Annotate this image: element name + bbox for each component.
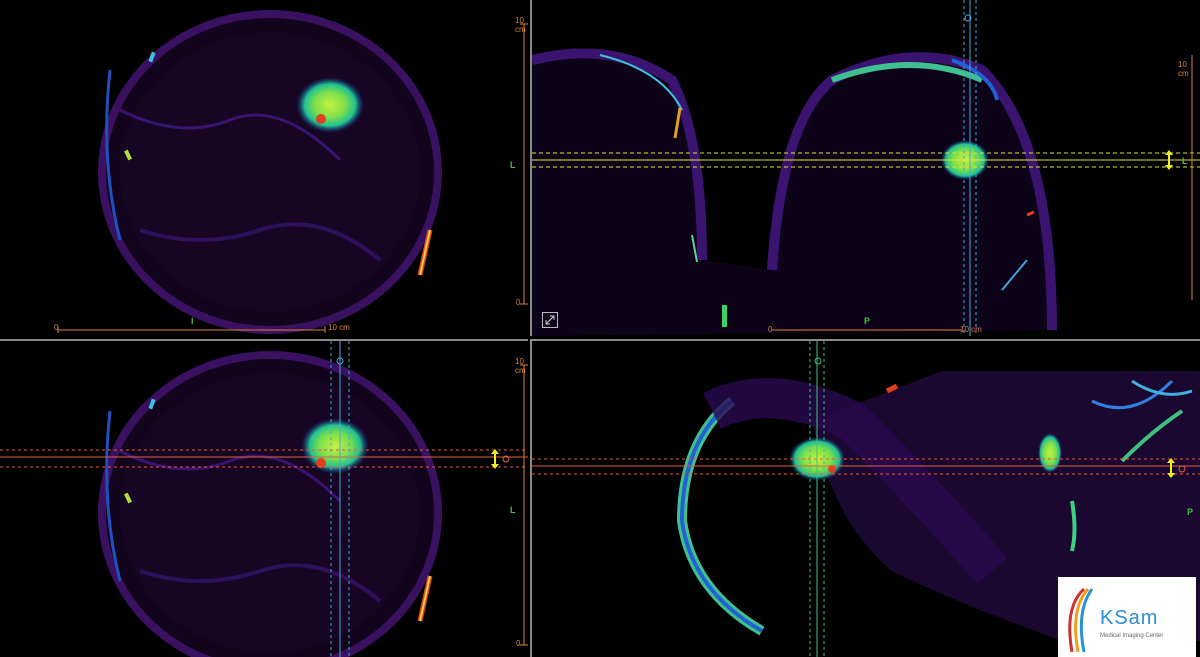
- ruler-zero-label: 0: [516, 639, 521, 648]
- ruler-top-label: 10: [1178, 60, 1187, 69]
- orientation-label-posterior: P: [1187, 507, 1194, 517]
- slice-thickness-handle[interactable]: [490, 449, 500, 469]
- mri-image-sagittal: [532, 0, 1200, 336]
- vertical-ruler-top: 10 cm 0 L: [508, 14, 530, 324]
- mri-image-axial-bottom: [0, 341, 528, 657]
- mri-image-axial-top: [57, 10, 442, 334]
- logo-mark-icon: [1068, 587, 1094, 653]
- orientation-label-left: L: [510, 505, 516, 515]
- ruler-top-label: 10: [515, 16, 524, 25]
- orientation-label-posterior: P: [864, 316, 871, 326]
- orientation-label-left: L: [1182, 156, 1188, 166]
- ruler-zero-label: 0: [516, 298, 521, 307]
- clinic-logo: KSam Medical Imaging Center: [1058, 577, 1196, 657]
- scale-zero-label: 0: [768, 325, 773, 334]
- viewport-sagittal[interactable]: 10 cm 0 10 cm P L: [530, 0, 1200, 336]
- viewport-axial-bottom[interactable]: 10 cm 0 L: [0, 339, 528, 657]
- viewport-mip[interactable]: P KSam Medical Imaging Center: [530, 339, 1200, 657]
- logo-text: KSam: [1100, 607, 1159, 629]
- scale-end-label: 10 cm: [328, 323, 350, 332]
- logo-subtitle: Medical Imaging Center: [1100, 633, 1164, 639]
- ruler-top-label: 10: [515, 357, 524, 366]
- ruler-unit-label: cm: [1178, 69, 1189, 78]
- ruler-unit-label: cm: [515, 25, 526, 34]
- expand-icon: [545, 315, 555, 325]
- ruler-unit-label: cm: [515, 366, 526, 375]
- slice-thickness-handle[interactable]: [1164, 150, 1174, 170]
- viewport-axial-top[interactable]: 0 10 cm I: [0, 0, 528, 336]
- vertical-ruler-bottom: 10 cm 0 L: [508, 355, 528, 655]
- orientation-label-left: L: [510, 160, 516, 170]
- slice-thickness-handle[interactable]: [1166, 458, 1176, 478]
- expand-viewport-button[interactable]: [542, 312, 558, 328]
- orientation-label-inferior: I: [191, 316, 194, 326]
- scale-end-label: 10 cm: [960, 325, 982, 334]
- scale-zero-label: 0: [54, 323, 59, 332]
